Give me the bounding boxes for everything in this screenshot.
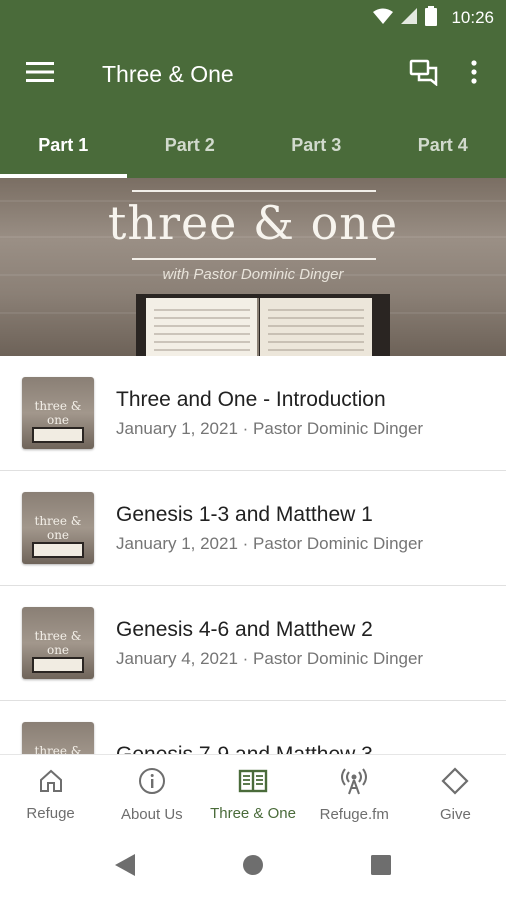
page-title: Three & One <box>102 60 234 87</box>
thumbnail-text: three & one <box>34 629 82 657</box>
nav-label: Refuge.fm <box>319 805 389 823</box>
nav-label: Three & One <box>210 804 296 822</box>
list-item[interactable]: three & one Genesis 7-9 and Matthew 3 <box>0 701 506 754</box>
tab-part-3[interactable]: Part 3 <box>253 112 380 178</box>
back-button[interactable] <box>113 853 137 881</box>
podcast-icon <box>340 767 368 800</box>
book-icon <box>238 768 268 799</box>
hero-title: three & one <box>107 196 399 250</box>
hero-subtitle: with Pastor Dominic Dinger <box>162 266 344 283</box>
status-icons: 10:26 <box>373 5 494 31</box>
episode-title: Three and One - Introduction <box>116 387 386 411</box>
tab-part-2[interactable]: Part 2 <box>127 112 254 178</box>
thumbnail-text: three & one <box>34 399 82 427</box>
recents-button[interactable] <box>369 854 393 880</box>
thumbnail-book <box>32 542 84 558</box>
recents-square-icon <box>371 854 391 880</box>
list-item[interactable]: three & one Genesis 1-3 and Matthew 1 Ja… <box>0 471 506 586</box>
episode-title: Genesis 4-6 and Matthew 2 <box>116 617 373 641</box>
list-item[interactable]: three & one Genesis 4-6 and Matthew 2 Ja… <box>0 586 506 701</box>
episode-meta: January 1, 2021 · Pastor Dominic Dinger <box>116 533 424 553</box>
tab-part-1[interactable]: Part 1 <box>0 112 127 178</box>
episode-thumbnail: three & one <box>22 607 94 679</box>
thumbnail-book <box>32 427 84 443</box>
hero-rule-bottom <box>132 258 376 260</box>
bottom-navigation: Refuge About Us Three & One Refuge.fm Gi… <box>0 754 506 834</box>
episode-title: Genesis 1-3 and Matthew 1 <box>116 502 373 526</box>
thumbnail-text: three & one <box>34 514 82 542</box>
episode-meta: January 1, 2021 · Pastor Dominic Dinger <box>116 418 424 438</box>
episode-thumbnail: three & one <box>22 492 94 564</box>
app-bar: Three & One <box>0 36 506 112</box>
nav-item-refuge-fm[interactable]: Refuge.fm <box>304 755 405 834</box>
menu-icon <box>26 61 54 87</box>
status-time: 10:26 <box>451 8 494 27</box>
nav-item-refuge[interactable]: Refuge <box>0 755 101 834</box>
home-icon <box>38 768 64 799</box>
tab-part-4[interactable]: Part 4 <box>380 112 506 178</box>
more-options-button[interactable] <box>452 52 496 96</box>
thumbnail-text: three & one <box>34 744 82 754</box>
list-item[interactable]: three & one Three and One - Introduction… <box>0 356 506 471</box>
thumbnail-book <box>32 657 84 673</box>
menu-button[interactable] <box>12 46 68 102</box>
chat-icon <box>409 58 439 91</box>
nav-label: Give <box>439 805 471 823</box>
app-actions <box>402 52 496 96</box>
battery-icon <box>425 5 438 31</box>
nav-item-about-us[interactable]: About Us <box>101 755 202 834</box>
system-navigation <box>0 834 506 900</box>
tab-bar: Part 1 Part 2 Part 3 Part 4 <box>0 112 506 178</box>
nav-item-three-and-one[interactable]: Three & One <box>202 755 303 834</box>
hero-rule-top <box>132 190 376 192</box>
nav-label: Refuge <box>26 804 75 822</box>
more-vert-icon <box>471 59 477 89</box>
nav-label: About Us <box>120 805 183 823</box>
wifi-icon <box>373 8 394 29</box>
back-triangle-icon <box>115 853 135 881</box>
episode-meta: January 4, 2021 · Pastor Dominic Dinger <box>116 648 424 668</box>
episode-thumbnail: three & one <box>22 377 94 449</box>
diamond-icon <box>441 766 469 800</box>
episode-thumbnail: three & one <box>22 722 94 754</box>
info-icon <box>138 767 166 800</box>
episode-title: Genesis 7-9 and Matthew 3 <box>116 742 373 755</box>
episode-list: three & one Three and One - Introduction… <box>0 356 506 754</box>
status-bar: 10:26 <box>0 0 506 36</box>
nav-item-give[interactable]: Give <box>405 755 506 834</box>
home-button[interactable] <box>241 854 265 881</box>
signal-icon <box>401 7 418 29</box>
chat-button[interactable] <box>402 52 446 96</box>
home-circle-icon <box>242 854 264 881</box>
